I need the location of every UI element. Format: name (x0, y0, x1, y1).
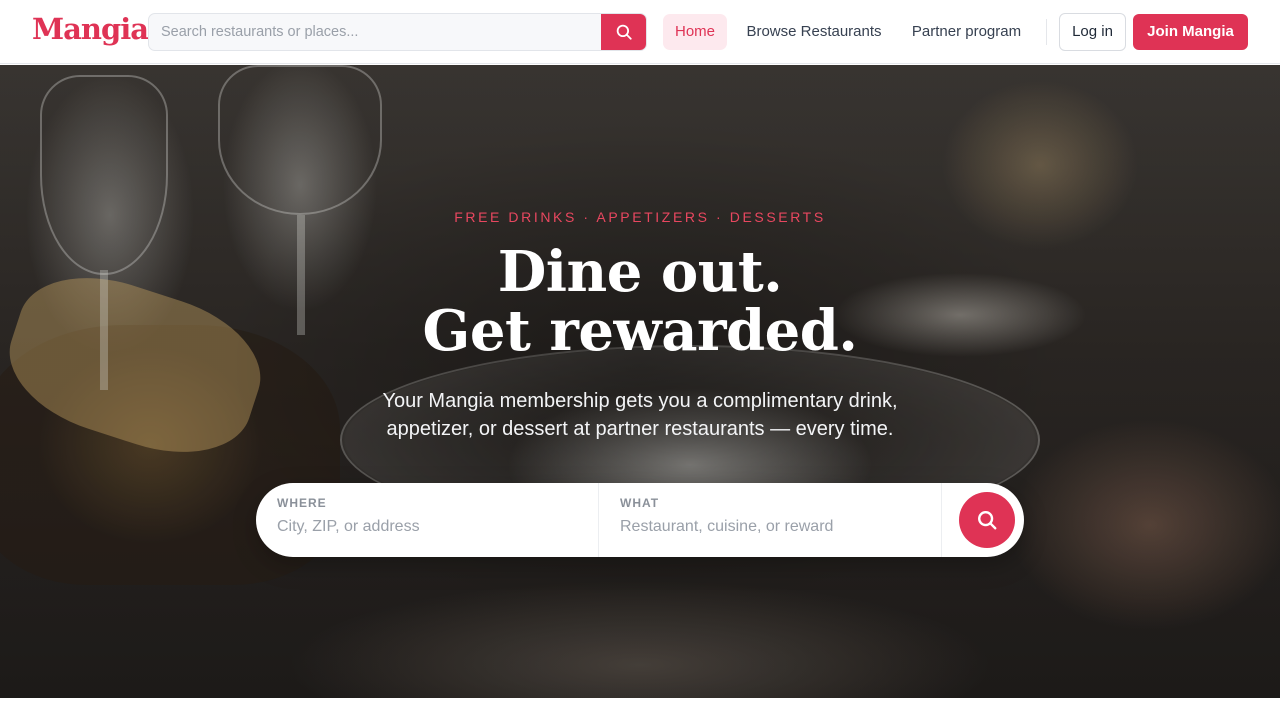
nav-browse-restaurants-link[interactable]: Browse Restaurants (739, 14, 889, 50)
top-navbar: Mangia Home Browse Restaurants Partner p… (0, 0, 1280, 64)
restaurant-finder: WHERE WHAT (256, 483, 1024, 557)
hero-eyebrow: FREE DRINKS · APPETIZERS · DESSERTS (454, 209, 826, 225)
join-button[interactable]: Join Mangia (1133, 14, 1248, 50)
hero-headline-line-2: Get rewarded. (422, 298, 858, 364)
where-input[interactable] (277, 516, 577, 538)
hero-subtitle: Your Mangia membership gets you a compli… (382, 390, 898, 440)
login-button[interactable]: Log in (1059, 13, 1126, 51)
what-label: WHAT (620, 496, 660, 510)
search-icon (616, 24, 632, 40)
search-icon (978, 511, 997, 530)
header-search-input[interactable] (149, 14, 603, 50)
where-label: WHERE (277, 496, 327, 510)
nav-home-link[interactable]: Home (663, 14, 727, 50)
hero-headline-line-1: Dine out. (497, 239, 783, 305)
header-search-button[interactable] (601, 14, 646, 50)
finder-search-button[interactable] (959, 492, 1015, 548)
header-search (148, 13, 647, 51)
hero-overlay (0, 65, 1280, 698)
where-field: WHERE (256, 483, 599, 557)
hero-section: FREE DRINKS · APPETIZERS · DESSERTS Dine… (0, 65, 1280, 698)
nav-partner-program-link[interactable]: Partner program (902, 14, 1031, 50)
what-input[interactable] (620, 516, 920, 538)
below-hero-section (0, 698, 1280, 720)
nav-divider (1046, 19, 1047, 45)
brand-logo[interactable]: Mangia (32, 12, 149, 46)
what-field: WHAT (599, 483, 942, 557)
hero-headline: Dine out. Get rewarded. (0, 243, 1280, 361)
